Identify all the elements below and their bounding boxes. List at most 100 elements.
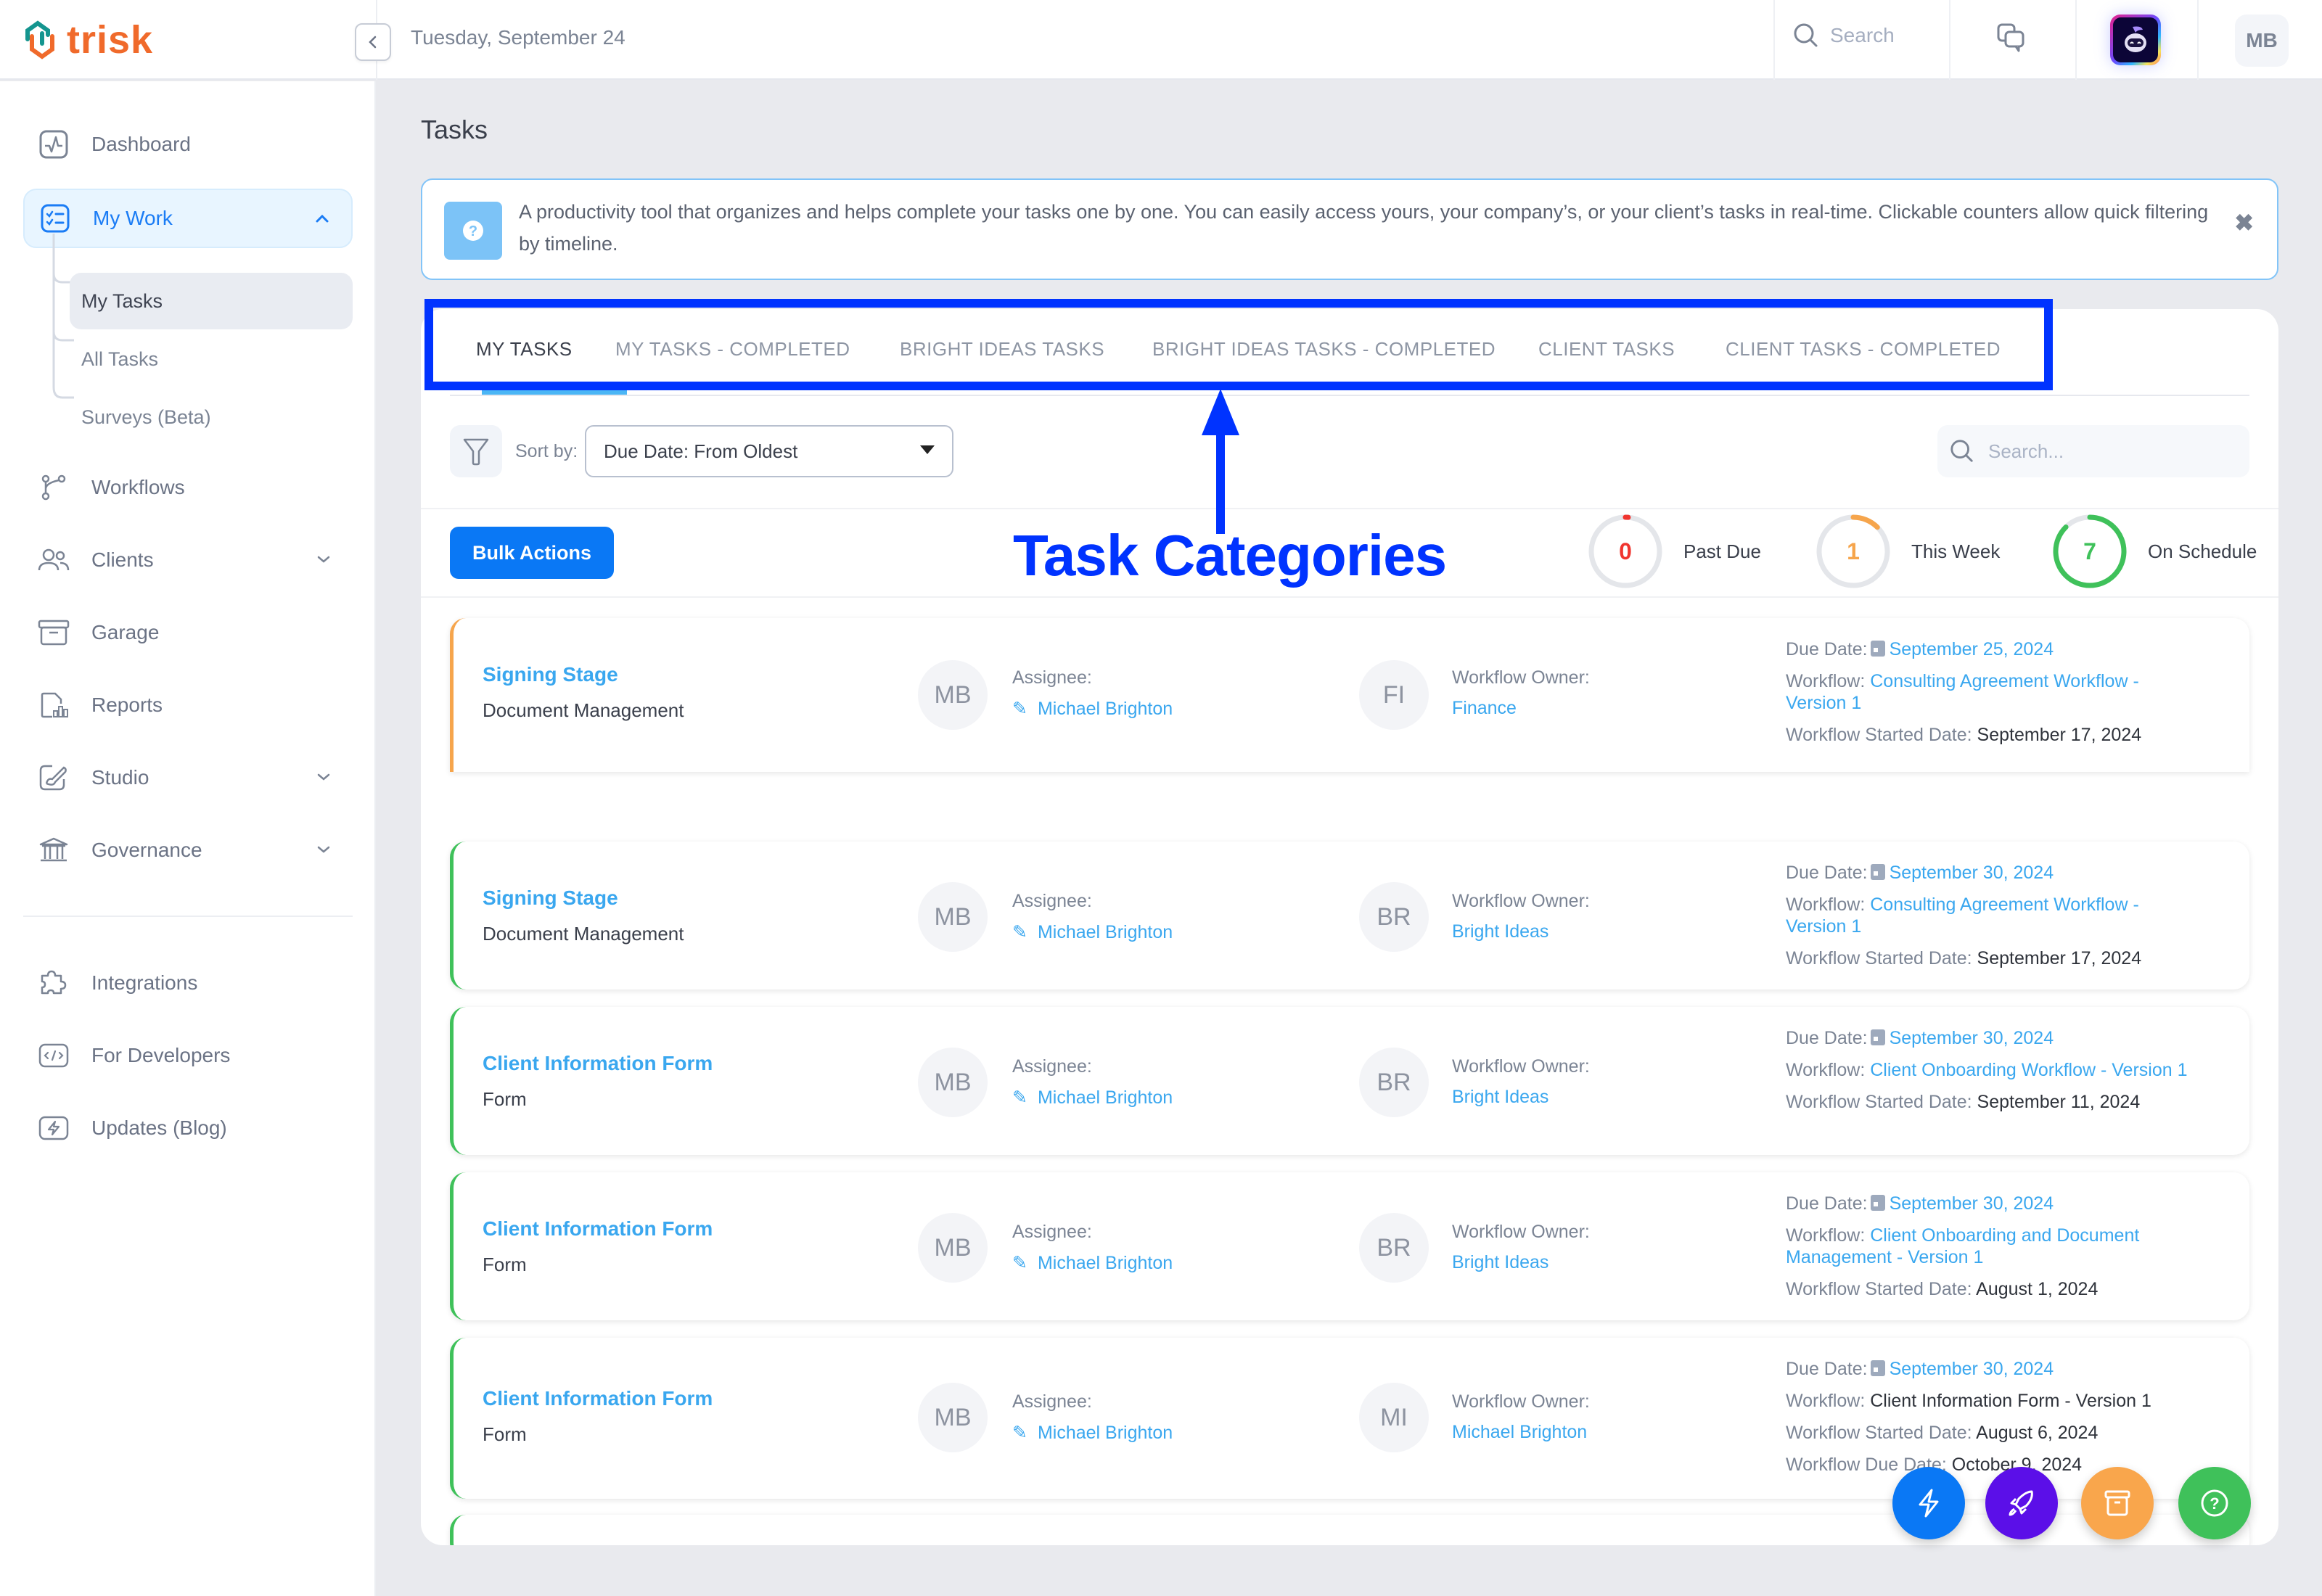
user-avatar[interactable]: MB <box>2235 15 2289 67</box>
task-title[interactable]: Signing Stage <box>483 663 618 686</box>
counter-this-week[interactable]: 1 This Week <box>1816 514 2000 589</box>
search-icon <box>1950 440 1973 462</box>
annotation-arrow-icon <box>1202 389 1239 534</box>
assignee-label: Assignee: <box>1012 1222 1092 1242</box>
workflow-label: Workflow: <box>1786 1060 1866 1080</box>
workflow-owner-label: Workflow Owner: <box>1452 891 1590 911</box>
assignee-link[interactable]: ✎ Michael Brighton <box>1012 921 1173 943</box>
counter-ring: 1 <box>1816 514 1891 589</box>
sidebar-item-label: For Developers <box>91 1044 231 1066</box>
bulk-actions-button[interactable]: Bulk Actions <box>450 527 614 579</box>
assignee-name: Michael Brighton <box>1037 698 1173 719</box>
sidebar-item-label: Garage <box>91 621 160 643</box>
task-title[interactable]: Client Information Form <box>483 1387 713 1410</box>
annotation-label: Task Categories <box>1013 523 1447 588</box>
assignee-link[interactable]: ✎ Michael Brighton <box>1012 1252 1173 1274</box>
task-details: Due Date: September 30, 2024 Workflow: Cl… <box>1786 1193 2192 1310</box>
task-card[interactable]: Signing Stage Document Management MB Ass… <box>450 618 2249 772</box>
sidebar-item-label: Clients <box>91 548 154 571</box>
sidebar-item-dashboard[interactable]: Dashboard <box>23 115 353 174</box>
current-date: Tuesday, September 24 <box>411 26 625 49</box>
pencil-icon: ✎ <box>1012 699 1027 719</box>
workflow-owner-link[interactable]: Bright Ideas <box>1452 1252 1548 1273</box>
assignee-name: Michael Brighton <box>1037 1252 1173 1273</box>
launch-button[interactable] <box>1985 1467 2058 1539</box>
due-date-value[interactable]: September 30, 2024 <box>1890 1028 2054 1048</box>
chevron-left-icon <box>369 36 377 49</box>
task-title[interactable]: Signing Stage <box>483 887 618 910</box>
bolt-icon <box>1919 1489 1939 1518</box>
workflow-started-value: September 17, 2024 <box>1977 725 2142 745</box>
assignee-avatar: MB <box>918 882 988 952</box>
workflow-started-label: Workflow Started Date: <box>1786 1092 1972 1112</box>
workflow-link[interactable]: Client Onboarding Workflow - Version 1 <box>1870 1060 2187 1080</box>
sidebar-subitem-my-tasks[interactable]: My Tasks <box>70 273 353 329</box>
sidebar-item-governance[interactable]: Governance <box>23 820 353 880</box>
sidebar-item-workflows[interactable]: Workflows <box>23 458 353 517</box>
sidebar-item-integrations[interactable]: Integrations <box>23 953 353 1013</box>
sidebar-subitem-surveys[interactable]: Surveys (Beta) <box>70 389 353 445</box>
sidebar-subitem-all-tasks[interactable]: All Tasks <box>70 331 353 387</box>
pencil-icon: ✎ <box>1012 1253 1027 1273</box>
tasks-panel: MY TASKS MY TASKS - COMPLETED BRIGHT IDE… <box>421 309 2278 1545</box>
counter-ring: 7 <box>2052 514 2128 589</box>
close-icon[interactable]: ✖ <box>2234 209 2254 236</box>
bolt-icon <box>38 1112 70 1144</box>
counter-value: 0 <box>1619 538 1632 564</box>
messages-button[interactable] <box>1994 22 2029 59</box>
task-card[interactable]: Client Information Form Form MB Assignee… <box>450 1172 2249 1320</box>
sidebar-item-updates-blog[interactable]: Updates (Blog) <box>23 1098 353 1158</box>
task-title[interactable]: Client Information Form <box>483 1052 713 1075</box>
help-button[interactable]: ? <box>2178 1467 2251 1539</box>
due-date-value[interactable]: September 30, 2024 <box>1890 1359 2054 1379</box>
help-icon: ? <box>2201 1489 2228 1517</box>
filter-button[interactable] <box>450 425 502 477</box>
garage-button[interactable] <box>2081 1467 2154 1539</box>
sidebar-item-garage[interactable]: Garage <box>23 603 353 662</box>
workflow-owner-label: Workflow Owner: <box>1452 667 1590 688</box>
quick-actions-button[interactable] <box>1892 1467 1965 1539</box>
task-search-input[interactable] <box>1988 440 2235 463</box>
workflow-owner-link[interactable]: Bright Ideas <box>1452 921 1548 942</box>
global-search-button[interactable]: Search <box>1792 22 1895 49</box>
task-card[interactable]: Client Information Form Form MB Assignee… <box>450 1338 2249 1499</box>
workflow-started-label: Workflow Started Date: <box>1786 1279 1972 1299</box>
workflow-started-value: September 11, 2024 <box>1977 1092 2141 1112</box>
assignee-link[interactable]: ✎ Michael Brighton <box>1012 1087 1173 1108</box>
svg-text:?: ? <box>2210 1494 2219 1513</box>
help-icon: ? <box>444 202 502 260</box>
workflow-owner-link[interactable]: Michael Brighton <box>1452 1422 1587 1443</box>
assignee-link[interactable]: ✎ Michael Brighton <box>1012 698 1173 720</box>
due-date-value[interactable]: September 30, 2024 <box>1890 863 2054 883</box>
sidebar-item-reports[interactable]: Reports <box>23 675 353 735</box>
workflow-label: Workflow: <box>1786 894 1866 915</box>
task-title[interactable]: Client Information Form <box>483 1217 713 1241</box>
calendar-icon <box>1870 641 1885 657</box>
counter-past-due[interactable]: 0 Past Due <box>1588 514 1761 589</box>
task-card[interactable]: Client Information Form Form MB Assignee… <box>450 1007 2249 1155</box>
assignee-link[interactable]: ✎ Michael Brighton <box>1012 1422 1173 1444</box>
workflow-owner-link[interactable]: Finance <box>1452 698 1517 719</box>
pencil-icon: ✎ <box>1012 1423 1027 1443</box>
active-tab-indicator <box>482 390 627 395</box>
sort-select[interactable]: Due Date: From Oldest <box>585 425 953 477</box>
task-card[interactable]: Signing Stage Document Management MB Ass… <box>450 842 2249 990</box>
task-card-partial[interactable] <box>450 1515 2249 1545</box>
workflow-owner-link[interactable]: Bright Ideas <box>1452 1087 1548 1108</box>
sidebar-item-for-developers[interactable]: For Developers <box>23 1026 353 1085</box>
ai-assistant-button[interactable] <box>2110 15 2161 65</box>
calendar-icon <box>1870 864 1885 880</box>
task-search[interactable] <box>1937 425 2249 477</box>
task-type: Form <box>483 1423 527 1445</box>
trisk-logo[interactable]: trisk <box>22 16 153 64</box>
annotation-highlight-box <box>424 299 2053 390</box>
due-date-value[interactable]: September 25, 2024 <box>1890 639 2054 659</box>
sidebar-item-studio[interactable]: Studio <box>23 748 353 807</box>
collapse-sidebar-button[interactable] <box>355 23 391 61</box>
workflow-label: Workflow: <box>1786 1225 1866 1246</box>
counter-value: 1 <box>1847 538 1860 564</box>
counter-on-schedule[interactable]: 7 On Schedule <box>2052 514 2257 589</box>
sidebar-item-clients[interactable]: Clients <box>23 530 353 590</box>
due-date-value[interactable]: September 30, 2024 <box>1890 1193 2054 1214</box>
logo-text: trisk <box>67 18 154 62</box>
